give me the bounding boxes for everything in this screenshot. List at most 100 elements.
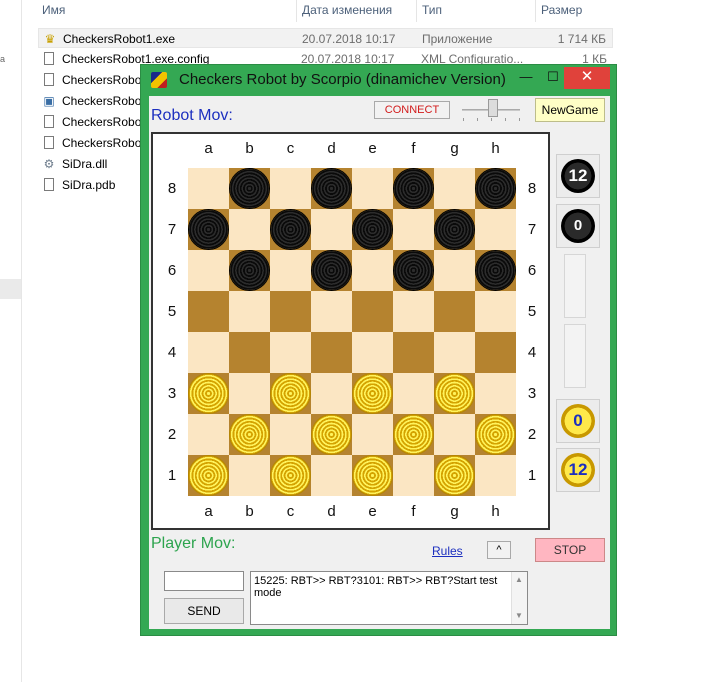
send-button[interactable]: SEND [164,598,244,624]
board-square-g2[interactable] [434,414,475,455]
board-square-g1[interactable] [434,455,475,496]
close-button[interactable]: ✕ [564,67,610,89]
log-scrollbar[interactable]: ▲ ▼ [511,572,527,624]
rules-link[interactable]: Rules [432,544,463,558]
column-separator[interactable] [296,0,297,22]
connect-button[interactable]: CONNECT [374,101,450,119]
board-square-c5[interactable] [270,291,311,332]
black-checker-piece[interactable] [271,210,310,249]
column-separator[interactable] [416,0,417,22]
column-header-name[interactable]: Имя [42,0,65,22]
speed-slider[interactable] [460,97,522,123]
black-checker-piece[interactable] [312,251,351,290]
board-square-c3[interactable] [270,373,311,414]
board-square-d8[interactable] [311,168,352,209]
board-square-f4[interactable] [393,332,434,373]
slider-thumb[interactable] [488,99,498,117]
board-square-c2[interactable] [270,414,311,455]
board-square-h5[interactable] [475,291,516,332]
file-row[interactable]: ♛ CheckersRobot1.exe 20.07.2018 10:17 Прило… [38,28,613,48]
gold-checker-piece[interactable] [312,415,351,454]
command-input[interactable] [164,571,244,591]
board-square-h1[interactable] [475,455,516,496]
gold-checker-piece[interactable] [435,456,474,495]
black-checker-piece[interactable] [394,169,433,208]
board-square-c1[interactable] [270,455,311,496]
board-square-c8[interactable] [270,168,311,209]
title-bar[interactable]: Checkers Robot by Scorpio (dinamichev Ve… [141,65,616,95]
board-square-a6[interactable] [188,250,229,291]
new-game-button[interactable]: NewGame [535,98,605,122]
minimize-button[interactable]: — [513,67,539,89]
board-square-f8[interactable] [393,168,434,209]
gold-checker-piece[interactable] [189,374,228,413]
board-square-d5[interactable] [311,291,352,332]
board-square-a3[interactable] [188,373,229,414]
board-square-b2[interactable] [229,414,270,455]
board-square-c7[interactable] [270,209,311,250]
board-square-e7[interactable] [352,209,393,250]
board-square-a4[interactable] [188,332,229,373]
board-square-h4[interactable] [475,332,516,373]
board-square-f2[interactable] [393,414,434,455]
black-checker-piece[interactable] [230,251,269,290]
scroll-up-arrow-icon[interactable]: ▲ [515,574,523,586]
board-square-b4[interactable] [229,332,270,373]
gold-checker-piece[interactable] [353,456,392,495]
black-checker-piece[interactable] [394,251,433,290]
gold-checker-piece[interactable] [271,374,310,413]
board-square-d6[interactable] [311,250,352,291]
board-square-b6[interactable] [229,250,270,291]
gold-checker-piece[interactable] [230,415,269,454]
board-square-h8[interactable] [475,168,516,209]
board-square-f7[interactable] [393,209,434,250]
board-square-d7[interactable] [311,209,352,250]
gold-checker-piece[interactable] [435,374,474,413]
board-square-a8[interactable] [188,168,229,209]
black-checker-piece[interactable] [476,169,515,208]
board-square-h2[interactable] [475,414,516,455]
scroll-down-arrow-icon[interactable]: ▼ [515,610,523,622]
board-square-g5[interactable] [434,291,475,332]
board-square-g3[interactable] [434,373,475,414]
nav-pane-selected-item[interactable] [0,279,21,299]
board-square-b8[interactable] [229,168,270,209]
board-square-g4[interactable] [434,332,475,373]
maximize-button[interactable]: ☐ [540,67,566,89]
column-header-size[interactable]: Размер [541,0,582,22]
board-square-c4[interactable] [270,332,311,373]
board-square-a7[interactable] [188,209,229,250]
board-square-e5[interactable] [352,291,393,332]
gold-checker-piece[interactable] [353,374,392,413]
stop-button[interactable]: STOP [535,538,605,562]
board-square-a2[interactable] [188,414,229,455]
board-square-e8[interactable] [352,168,393,209]
board-square-g6[interactable] [434,250,475,291]
board-square-f1[interactable] [393,455,434,496]
board-square-b5[interactable] [229,291,270,332]
board-square-a5[interactable] [188,291,229,332]
board-square-f6[interactable] [393,250,434,291]
black-checker-piece[interactable] [230,169,269,208]
board-square-g7[interactable] [434,209,475,250]
board-square-e6[interactable] [352,250,393,291]
column-header-type[interactable]: Тип [422,0,442,22]
board-square-b3[interactable] [229,373,270,414]
black-checker-piece[interactable] [312,169,351,208]
gold-checker-piece[interactable] [394,415,433,454]
column-header-date[interactable]: Дата изменения [302,0,392,22]
board-square-d4[interactable] [311,332,352,373]
board-square-e1[interactable] [352,455,393,496]
board-square-h7[interactable] [475,209,516,250]
board-square-d3[interactable] [311,373,352,414]
board-square-b7[interactable] [229,209,270,250]
black-checker-piece[interactable] [435,210,474,249]
board-square-a1[interactable] [188,455,229,496]
board-square-d2[interactable] [311,414,352,455]
board-square-e2[interactable] [352,414,393,455]
board-square-f3[interactable] [393,373,434,414]
black-checker-piece[interactable] [476,251,515,290]
expand-button[interactable]: ^ [487,541,511,559]
board-square-d1[interactable] [311,455,352,496]
column-separator[interactable] [535,0,536,22]
